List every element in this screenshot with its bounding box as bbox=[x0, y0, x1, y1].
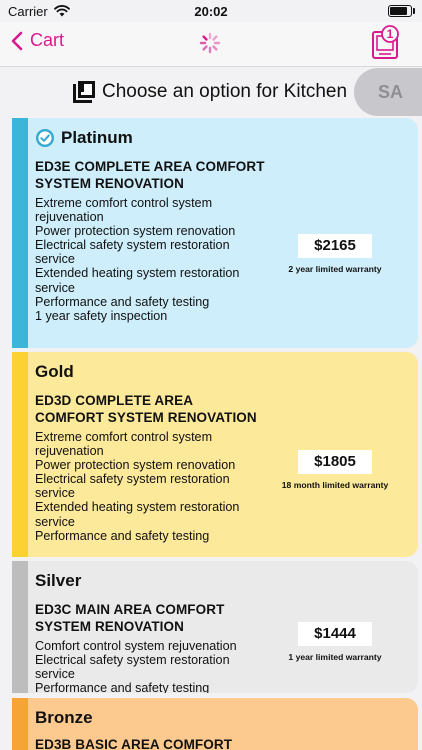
feature-list: Comfort control system rejuvenation Elec… bbox=[35, 639, 265, 693]
tier-name: Gold bbox=[35, 360, 265, 384]
option-card-platinum[interactable]: Platinum ED3E COMPLETE AREA COMFORT SYST… bbox=[12, 118, 418, 348]
tier-stripe bbox=[12, 698, 28, 750]
feature-list: Extreme comfort control system rejuvenat… bbox=[35, 430, 265, 543]
option-details: Silver ED3C MAIN AREA COMFORT SYSTEM REN… bbox=[35, 569, 265, 693]
feature-item: Performance and safety testing bbox=[35, 294, 210, 309]
feature-item: Performance and safety testing bbox=[35, 528, 210, 543]
warranty-label: 2 year limited warranty bbox=[288, 264, 382, 274]
feature-item: Power protection system renovation bbox=[35, 224, 236, 239]
recommended-badge-icon bbox=[36, 129, 54, 147]
feature-item: 1 year safety inspection bbox=[35, 308, 168, 323]
status-bar: Carrier 20:02 bbox=[0, 0, 422, 22]
tier-name: Silver bbox=[35, 569, 265, 593]
page-title: Choose an option for Kitchen bbox=[102, 81, 348, 102]
feature-list: Extreme comfort control system rejuvenat… bbox=[35, 196, 265, 323]
package-title: ED3B BASIC AREA COMFORT bbox=[35, 737, 233, 750]
option-card-gold[interactable]: Gold ED3D COMPLETE AREA COMFORT SYSTEM R… bbox=[12, 352, 418, 557]
clock: 20:02 bbox=[194, 3, 228, 19]
sa-button[interactable]: SA bbox=[354, 68, 422, 116]
battery-icon bbox=[388, 5, 415, 17]
cart-badge-count: 1 bbox=[386, 27, 394, 41]
feature-item: Electrical safety system restoration ser… bbox=[35, 653, 230, 682]
options-list-icon bbox=[73, 81, 95, 103]
tier-name: Bronze bbox=[35, 706, 265, 730]
option-card-silver[interactable]: Silver ED3C MAIN AREA COMFORT SYSTEM REN… bbox=[12, 561, 418, 693]
package-title: ED3C MAIN AREA COMFORT SYSTEM RENOVATION bbox=[35, 602, 225, 634]
package-title: ED3D COMPLETE AREA COMFORT SYSTEM RENOVA… bbox=[35, 393, 257, 425]
feature-item: Performance and safety testing bbox=[35, 681, 210, 693]
feature-item: Extended heating system restoration serv… bbox=[35, 266, 240, 295]
option-details: Gold ED3D COMPLETE AREA COMFORT SYSTEM R… bbox=[35, 360, 265, 543]
option-details: Bronze ED3B BASIC AREA COMFORT bbox=[35, 706, 265, 750]
sa-label: SA bbox=[378, 81, 404, 102]
tier-stripe bbox=[12, 118, 28, 348]
feature-item: Extended heating system restoration serv… bbox=[35, 500, 240, 529]
feature-item: Comfort control system rejuvenation bbox=[35, 639, 237, 653]
back-button[interactable]: Cart bbox=[10, 30, 64, 51]
feature-item: Power protection system renovation bbox=[35, 458, 236, 473]
warranty-label: 18 month limited warranty bbox=[281, 480, 389, 490]
tier-label: Platinum bbox=[61, 128, 133, 147]
price-tag: $1805 bbox=[298, 450, 372, 474]
chevron-left-icon bbox=[11, 31, 23, 50]
tier-stripe bbox=[12, 352, 28, 557]
price-tag: $2165 bbox=[298, 234, 372, 258]
header-title-group: Choose an option for Kitchen bbox=[72, 80, 347, 104]
feature-item: Electrical safety system restoration ser… bbox=[35, 238, 230, 267]
price-tag: $1444 bbox=[298, 622, 372, 646]
cart-button[interactable]: 1 bbox=[370, 24, 402, 60]
tier-stripe bbox=[12, 561, 28, 693]
back-label: Cart bbox=[30, 30, 65, 50]
tier-label: Gold bbox=[35, 362, 74, 381]
option-card-bronze[interactable]: Bronze ED3B BASIC AREA COMFORT bbox=[12, 698, 418, 750]
option-details: Platinum ED3E COMPLETE AREA COMFORT SYST… bbox=[35, 126, 265, 323]
tier-label: Silver bbox=[35, 571, 82, 590]
package-title: ED3E COMPLETE AREA COMFORT SYSTEM RENOVA… bbox=[35, 159, 265, 191]
loading-spinner-icon bbox=[199, 32, 221, 54]
feature-item: Electrical safety system restoration ser… bbox=[35, 472, 230, 501]
warranty-label: 1 year limited warranty bbox=[288, 652, 382, 662]
feature-item: Extreme comfort control system rejuvenat… bbox=[35, 196, 213, 225]
option-header: Choose an option for Kitchen SA bbox=[0, 66, 422, 118]
tier-name: Platinum bbox=[35, 126, 265, 150]
tier-label: Bronze bbox=[35, 708, 93, 727]
feature-item: Extreme comfort control system rejuvenat… bbox=[35, 430, 213, 459]
nav-bar: Cart 1 bbox=[0, 22, 422, 67]
